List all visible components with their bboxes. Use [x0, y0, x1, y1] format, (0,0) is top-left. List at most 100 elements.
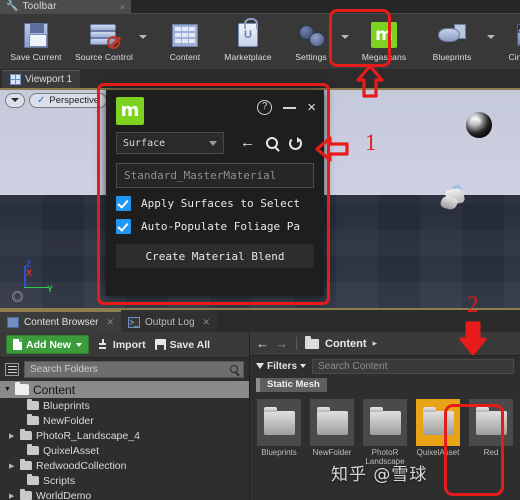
dialog-controls-row: Surface ← [106, 132, 324, 154]
shopping-bag-icon: U [238, 18, 258, 51]
collapse-tree-icon[interactable] [5, 362, 19, 376]
viewport-options-button[interactable] [5, 92, 25, 108]
tree-item-content[interactable]: ▼ Content [0, 381, 249, 398]
asset-thumbnail [469, 399, 513, 446]
toolbar-group-file: Save Current Source Control [2, 16, 148, 69]
asset-tile-red[interactable]: Red [468, 399, 514, 457]
toolbar-label: Settings [295, 52, 327, 62]
chevron-right-icon[interactable]: ▶ [9, 462, 16, 470]
create-material-blend-button[interactable]: Create Material Blend [116, 244, 314, 268]
tab-output-log[interactable]: >_ Output Log ✕ [121, 310, 218, 332]
chevron-right-icon[interactable]: ▶ [9, 432, 16, 440]
add-new-button[interactable]: Add New [6, 335, 89, 354]
tab-content-browser[interactable]: Content Browser ✕ [0, 310, 122, 332]
dialog-header: m ? × [106, 90, 324, 132]
toolbar-label: Cinematics [508, 52, 520, 62]
breadcrumb-path[interactable]: Content [325, 338, 367, 350]
search-folders-input[interactable]: Search Folders [24, 360, 244, 378]
toolbar-button-save-current[interactable]: Save Current [2, 16, 70, 69]
tree-item-scripts[interactable]: Scripts [0, 473, 249, 488]
settings-caret[interactable] [340, 16, 350, 69]
tree-item-worlddemo[interactable]: ▶ WorldDemo [0, 488, 249, 500]
checkbox-apply-surfaces[interactable] [116, 196, 131, 211]
chevron-down-icon[interactable]: ▼ [4, 386, 11, 393]
folder-icon [422, 406, 454, 435]
checkbox-apply-surfaces-label: Apply Surfaces to Select [141, 197, 300, 210]
tree-item-quixelasset[interactable]: QuixelAsset [0, 443, 249, 458]
asset-label: QuixelAsset [416, 448, 460, 457]
chevron-down-icon [11, 98, 19, 102]
checkbox-row-apply-surfaces[interactable]: Apply Surfaces to Select [106, 196, 324, 211]
axis-x-label: X [26, 268, 33, 278]
search-content-placeholder: Search Content [318, 360, 388, 372]
asset-tile-photor-landscape[interactable]: PhotoR Landscape [362, 399, 408, 466]
tab-toolbar[interactable]: 🔧 Toolbar × [0, 0, 131, 13]
search-content-input[interactable]: Search Content [312, 358, 514, 374]
checkbox-auto-populate-foliage[interactable] [116, 219, 131, 234]
gears-icon [298, 19, 325, 51]
asset-tile-blueprints[interactable]: Blueprints [256, 399, 302, 457]
tree-item-photor-landscape-4[interactable]: ▶ PhotoR_Landscape_4 [0, 428, 249, 443]
search-icon[interactable] [266, 137, 278, 149]
tree-item-newfolder[interactable]: NewFolder [0, 413, 249, 428]
refresh-icon[interactable] [289, 136, 302, 150]
save-all-label: Save All [169, 338, 211, 351]
content-browser-toolbar: Add New Import Save All [0, 332, 249, 358]
toolbar-button-marketplace[interactable]: U Marketplace [214, 16, 282, 69]
checkbox-row-auto-populate[interactable]: Auto-Populate Foliage Pa [106, 219, 324, 234]
master-material-field[interactable]: Standard_MasterMaterial [116, 163, 314, 188]
viewport-tab-bar: Viewport 1 [0, 70, 520, 88]
megascans-dialog[interactable]: m ? × Surface ← Standard_MasterMaterial [106, 90, 324, 296]
tree-item-label: PhotoR_Landscape_4 [36, 429, 140, 442]
divider [296, 337, 297, 350]
folder-search-row: Search Folders [0, 358, 249, 380]
asset-type-dropdown[interactable]: Surface [116, 132, 224, 154]
close-icon[interactable]: × [307, 100, 316, 115]
chevron-down-icon [75, 342, 82, 347]
save-all-button[interactable]: Save All [154, 338, 211, 351]
asset-tile-newfolder[interactable]: NewFolder [309, 399, 355, 457]
toolbar-button-source-control[interactable]: Source Control [70, 16, 138, 69]
close-icon[interactable]: ✕ [106, 317, 114, 328]
close-icon[interactable]: ✕ [203, 317, 211, 328]
asset-label: NewFolder [312, 448, 352, 457]
main-toolbar: Save Current Source Control Content U Ma… [0, 13, 520, 70]
back-arrow-icon[interactable]: ← [256, 337, 269, 350]
content-grid-icon [172, 19, 198, 51]
import-button[interactable]: Import [98, 339, 146, 351]
viewport-view-mode-button[interactable]: ✓ Perspective [29, 92, 108, 108]
toolbar-button-settings[interactable]: Settings [282, 16, 340, 69]
toolbar-button-blueprints[interactable]: Blueprints [418, 16, 486, 69]
tab-viewport-1[interactable]: Viewport 1 [2, 70, 81, 88]
folder-icon [475, 406, 507, 435]
filter-chip-static-mesh[interactable]: Static Mesh [256, 377, 327, 392]
chevron-right-icon[interactable]: ▸ [373, 338, 378, 349]
asset-tile-quixelasset[interactable]: QuixelAsset [415, 399, 461, 457]
folder-icon [27, 473, 39, 485]
minimize-icon[interactable] [283, 106, 297, 109]
toolbar-label: Content [169, 52, 201, 62]
toolbar-button-cinematics[interactable]: Cinematics [496, 16, 520, 69]
viewport-static-mesh[interactable] [439, 183, 470, 213]
import-label: Import [112, 338, 146, 351]
tree-item-redwoodcollection[interactable]: ▶ RedwoodCollection [0, 458, 249, 473]
toolbar-group-project: Content U Marketplace Settings m Megasca… [156, 16, 520, 69]
forward-arrow-icon[interactable]: → [275, 337, 288, 350]
source-control-caret[interactable] [138, 16, 148, 69]
toolbar-button-content[interactable]: Content [156, 16, 214, 69]
output-log-icon: >_ [128, 316, 141, 328]
asset-label: Red [483, 448, 499, 457]
help-icon[interactable]: ? [257, 100, 273, 115]
tree-item-label: NewFolder [43, 414, 94, 427]
chevron-right-icon[interactable]: ▶ [9, 492, 16, 500]
viewport-axis-gizmo: Z X Y ◯ [12, 259, 62, 302]
filters-button[interactable]: Filters [256, 361, 307, 372]
close-icon[interactable]: × [120, 3, 125, 12]
blueprints-caret[interactable] [486, 16, 496, 69]
tree-item-blueprints[interactable]: Blueprints [0, 398, 249, 413]
back-arrow-icon[interactable]: ← [240, 135, 255, 150]
megascans-m-icon: m [371, 19, 397, 51]
window-tab-strip: 🔧 Toolbar × [0, 0, 520, 13]
viewport-sphere-mesh[interactable] [466, 112, 492, 138]
toolbar-button-megascans[interactable]: m Megascans [350, 16, 418, 69]
